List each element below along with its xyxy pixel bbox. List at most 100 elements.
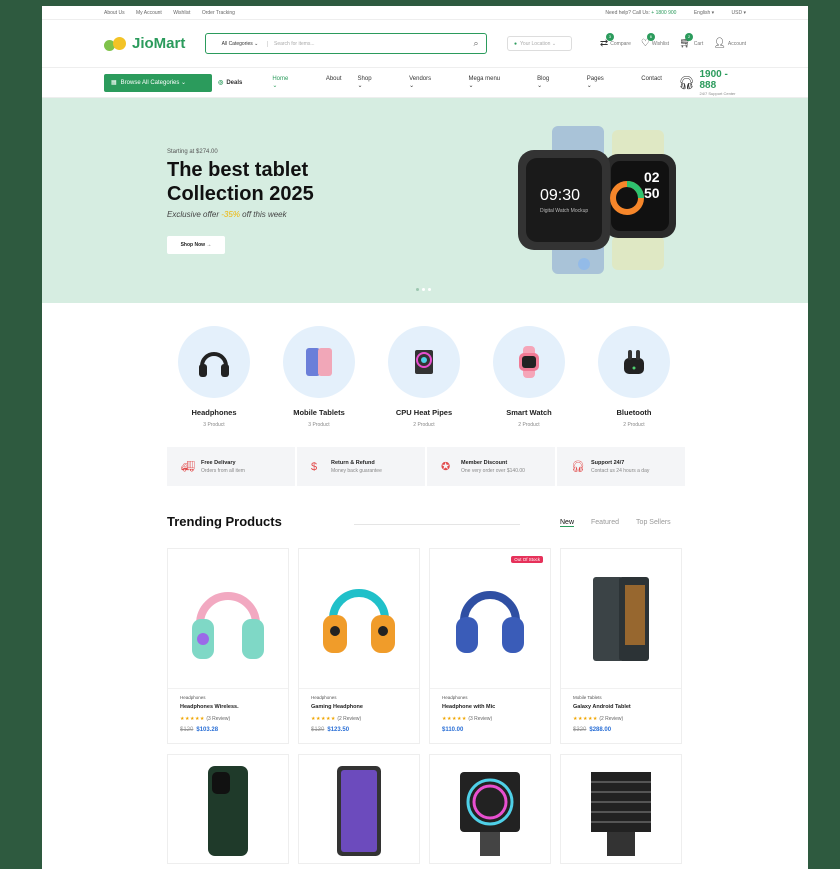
tab-top-sellers[interactable]: Top Sellers — [636, 519, 671, 527]
tab-featured[interactable]: Featured — [591, 519, 619, 527]
svg-text:50: 50 — [644, 185, 660, 201]
help-text: Need help? Call Us: + 1800 900 — [605, 9, 677, 16]
category-name: Bluetooth — [616, 408, 652, 417]
product-card[interactable]: Out Of Stock Headphones Headphone with M… — [429, 548, 551, 744]
account-button[interactable]: 👤︎ Account — [713, 38, 746, 49]
menu-mega-menu[interactable]: Mega menu ⌄ — [468, 76, 521, 89]
category-name: Mobile Tablets — [293, 408, 345, 417]
product-card[interactable]: Headphones Headphones Wireless. ★★★★★ (3… — [167, 548, 289, 744]
search-icon[interactable]: ⌕ — [466, 38, 486, 49]
help-phone: + 1800 900 — [651, 9, 677, 16]
link-about-us[interactable]: About Us — [104, 10, 125, 16]
product-name: Gaming Headphone — [311, 704, 363, 710]
category-count: 3 Product — [308, 422, 330, 428]
top-bar: About Us My Account Wishlist Order Track… — [42, 6, 808, 20]
product-card[interactable] — [298, 754, 420, 864]
svg-text:Digital Watch Mockup: Digital Watch Mockup — [540, 208, 588, 214]
product-card[interactable] — [167, 754, 289, 864]
menu-vendors[interactable]: Vendors ⌄ — [409, 76, 452, 89]
wishlist-count: 6 — [646, 33, 655, 41]
link-wishlist[interactable]: Wishlist — [173, 10, 190, 16]
category-bluetooth[interactable]: Bluetooth 2 Product — [598, 326, 670, 428]
product-rating: ★★★★★ (3 Review) — [442, 716, 493, 722]
location-select[interactable]: ● Your Location ⌄ — [507, 36, 572, 51]
category-mobile-tablets[interactable]: Mobile Tablets 3 Product — [283, 326, 355, 428]
earbuds-icon — [598, 326, 670, 398]
search-input[interactable]: Search for items... — [268, 41, 466, 47]
svg-text:02: 02 — [644, 169, 660, 185]
category-count: 2 Product — [518, 422, 540, 428]
menu-contact[interactable]: Contact — [641, 76, 662, 89]
product-rating: ★★★★★ (2 Review) — [311, 716, 362, 722]
menu-about[interactable]: About — [326, 76, 342, 89]
menu-blog[interactable]: Blog ⌄ — [537, 76, 571, 89]
feature-strip: 🚚︎ Free Delivary Orders from all item $ R… — [167, 447, 685, 486]
product-price: $320 $288.00 — [573, 727, 612, 733]
category-cpu-heat-pipes[interactable]: CPU Heat Pipes 2 Product — [388, 326, 460, 428]
deals-icon: ◎ — [218, 80, 224, 86]
page: About Us My Account Wishlist Order Track… — [42, 6, 808, 869]
feature-refund: $ Return & Refund Money back guarantee — [297, 447, 425, 486]
product-card[interactable] — [560, 754, 682, 864]
main-nav: ▦ Browse All Categories ⌄ ◎ Deals Home ⌄… — [42, 68, 808, 98]
hero-title: The best tablet Collection 2025 — [167, 159, 314, 205]
category-count: 2 Product — [413, 422, 435, 428]
slider-dots[interactable] — [416, 288, 431, 291]
headphones-icon — [178, 326, 250, 398]
category-count: 2 Product — [623, 422, 645, 428]
product-card[interactable] — [429, 754, 551, 864]
svg-text:09:30: 09:30 — [540, 187, 580, 204]
menu-shop[interactable]: Shop ⌄ — [358, 76, 394, 89]
cart-count: 2 — [685, 33, 694, 41]
search-category-select[interactable]: All Categories ⌄ — [206, 40, 268, 47]
headset-icon: 🎧︎ — [677, 74, 695, 90]
shop-now-button[interactable]: Shop Now → — [167, 236, 225, 254]
currency-select[interactable]: USD ▾ — [724, 10, 746, 16]
browse-categories-button[interactable]: ▦ Browse All Categories ⌄ — [104, 73, 213, 92]
link-my-account[interactable]: My Account — [136, 10, 162, 16]
product-rating: ★★★★★ (2 Review) — [573, 716, 624, 722]
category-headphones[interactable]: Headphones 3 Product — [178, 326, 250, 428]
logo[interactable]: JioMart — [104, 35, 205, 52]
grid-icon: ▦ — [111, 80, 117, 86]
cpu-cooler-icon — [388, 326, 460, 398]
language-select[interactable]: English ▾ — [686, 10, 714, 16]
truck-icon: 🚚︎ — [181, 461, 195, 473]
product-image — [561, 755, 681, 865]
tab-new[interactable]: New — [560, 519, 575, 527]
product-card[interactable]: Mobile Tablets Galaxy Android Tablet ★★★… — [560, 548, 682, 744]
product-card[interactable]: Headphones Gaming Headphone ★★★★★ (2 Rev… — [298, 548, 420, 744]
phone-icon — [283, 326, 355, 398]
product-image — [299, 549, 419, 689]
link-order-tracking[interactable]: Order Tracking — [202, 10, 235, 16]
wishlist-button[interactable]: ♡ 6 Wishlist — [641, 33, 669, 49]
product-price: $120 $103.28 — [180, 727, 219, 733]
cart-button[interactable]: 🛒︎ 2 Cart — [679, 33, 703, 49]
phone-number: 1900 - 888 — [699, 69, 728, 91]
category-name: Smart Watch — [506, 408, 552, 417]
feature-support: 🎧︎ Support 24/7 Contact us 24 hours a day — [557, 447, 685, 486]
compare-button[interactable]: ⇄ 3 Compare — [600, 33, 631, 49]
product-name: Headphones Wireless. — [180, 704, 239, 710]
discount-icon: ✪ — [441, 461, 451, 473]
menu-home[interactable]: Home ⌄ — [272, 76, 310, 89]
product-name: Galaxy Android Tablet — [573, 704, 631, 710]
deals-link[interactable]: ◎ Deals — [218, 79, 242, 87]
search-bar: All Categories ⌄ Search for items... ⌕ — [205, 33, 487, 54]
out-of-stock-badge: Out Of Stock — [511, 556, 543, 563]
hero-banner: Starting at $274.00 The best tablet Colle… — [42, 98, 808, 303]
menu-pages[interactable]: Pages ⌄ — [587, 76, 625, 89]
logo-icon — [104, 36, 128, 52]
product-image — [430, 755, 550, 865]
category-smart-watch[interactable]: Smart Watch 2 Product — [493, 326, 565, 428]
user-icon: 👤︎ — [713, 38, 726, 49]
header-icons: ⇄ 3 Compare ♡ 6 Wishlist 🛒︎ 2 Cart 👤︎ Ac… — [600, 33, 746, 49]
hero-offer: Exclusive offer -35% off this week — [167, 210, 287, 219]
watch-icon — [493, 326, 565, 398]
pin-icon: ● — [514, 40, 518, 47]
support-phone: 🎧︎ 1900 - 888 24/7 Support Center — [678, 69, 746, 96]
product-image — [561, 549, 681, 689]
headset-icon: 🎧︎ — [571, 461, 585, 473]
dollar-icon: $ — [311, 460, 318, 473]
hero-starting: Starting at $274.00 — [167, 149, 218, 155]
